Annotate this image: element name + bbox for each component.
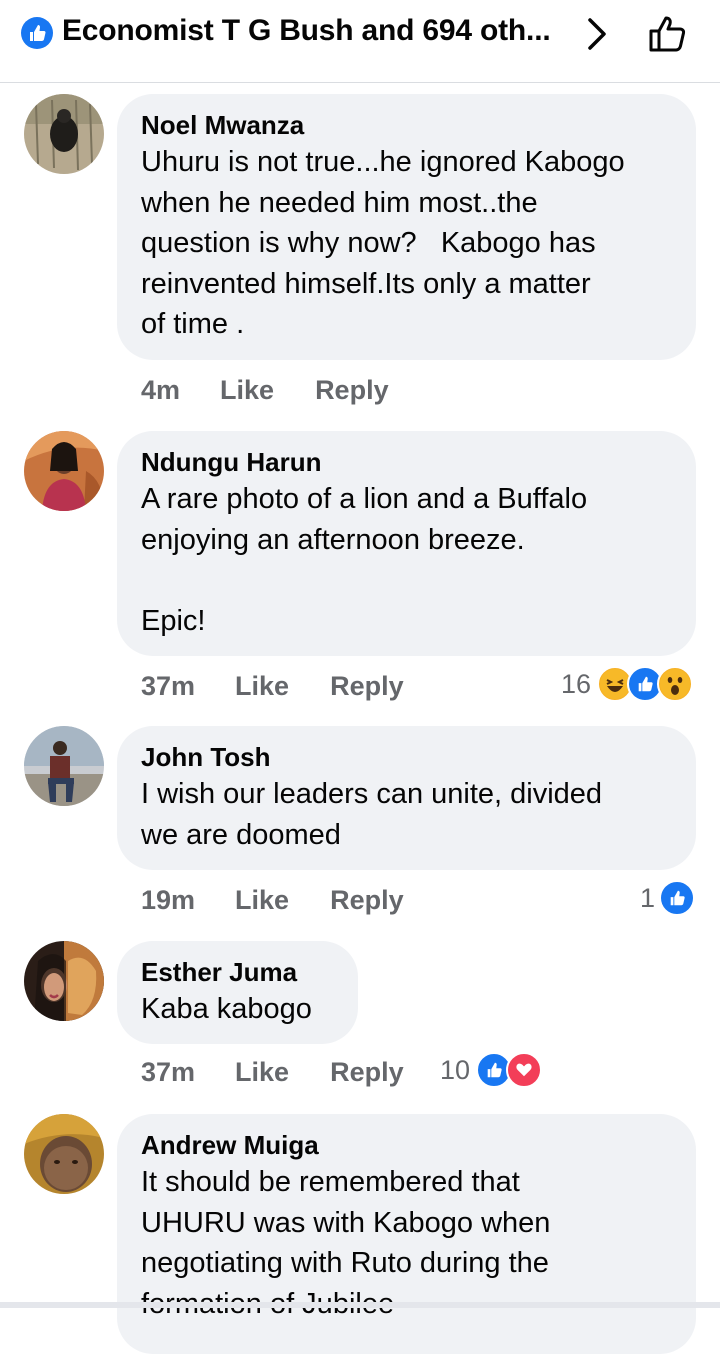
like-link[interactable]: Like	[235, 671, 289, 702]
comment-bubble[interactable]: Esther Juma Kaba kabogo	[117, 941, 358, 1044]
wow-icon	[657, 666, 694, 702]
comment-author[interactable]: Noel Mwanza	[141, 108, 672, 142]
chevron-right-icon[interactable]	[582, 16, 612, 52]
like-badge-icon	[21, 17, 53, 49]
reply-link[interactable]: Reply	[330, 885, 404, 916]
reaction-summary[interactable]: 16	[561, 664, 694, 704]
reactions-summary-title[interactable]: Economist T G Bush and 694 oth...	[62, 14, 551, 48]
avatar[interactable]	[24, 726, 104, 806]
avatar[interactable]	[24, 941, 104, 1021]
bottom-divider	[0, 1302, 720, 1308]
avatar[interactable]	[24, 1114, 104, 1194]
reply-link[interactable]: Reply	[330, 671, 404, 702]
comment-timestamp[interactable]: 37m	[141, 1057, 195, 1088]
comment-actions: 4m Like Reply	[141, 370, 389, 410]
reactions-header[interactable]: Economist T G Bush and 694 oth...	[0, 0, 720, 83]
comment-bubble[interactable]: Noel Mwanza Uhuru is not true...he ignor…	[117, 94, 696, 360]
comment-timestamp[interactable]: 4m	[141, 375, 180, 406]
comment-bubble[interactable]: John Tosh I wish our leaders can unite, …	[117, 726, 696, 870]
comment-text: It should be remembered that UHURU was w…	[141, 1166, 551, 1320]
love-icon	[506, 1052, 543, 1088]
comment-author[interactable]: John Tosh	[141, 740, 672, 774]
reaction-count: 1	[640, 882, 656, 913]
comment-timestamp[interactable]: 19m	[141, 885, 195, 916]
reply-link[interactable]: Reply	[330, 1057, 404, 1088]
avatar[interactable]	[24, 431, 104, 511]
reaction-count: 10	[440, 1054, 471, 1085]
comment-bubble[interactable]: Andrew Muiga It should be remembered tha…	[117, 1114, 696, 1354]
reaction-summary[interactable]: 10	[440, 1050, 543, 1090]
like-link[interactable]: Like	[235, 885, 289, 916]
comment-text: Uhuru is not true...he ignored Kabogo wh…	[141, 146, 625, 340]
like-link[interactable]: Like	[220, 375, 274, 406]
thumbs-up-outline-icon[interactable]	[646, 12, 690, 56]
comment-bubble[interactable]: Ndungu Harun A rare photo of a lion and …	[117, 431, 696, 656]
comment-text: I wish our leaders can unite, divided we…	[141, 778, 603, 851]
comment-actions: 37m Like Reply	[141, 666, 404, 706]
comment-author[interactable]: Ndungu Harun	[141, 445, 672, 479]
reaction-count: 16	[561, 668, 592, 699]
reaction-summary[interactable]: 1	[640, 878, 696, 918]
comment-actions: 19m Like Reply	[141, 880, 404, 920]
comment-text: Kaba kabogo	[141, 993, 312, 1025]
comment-author[interactable]: Esther Juma	[141, 955, 334, 989]
comment-author[interactable]: Andrew Muiga	[141, 1128, 672, 1162]
comment-actions: 37m Like Reply	[141, 1052, 404, 1092]
comment-timestamp[interactable]: 37m	[141, 671, 195, 702]
like-icon	[659, 880, 696, 916]
avatar[interactable]	[24, 94, 104, 174]
reply-link[interactable]: Reply	[315, 375, 389, 406]
comment-text: A rare photo of a lion and a Buffalo enj…	[141, 483, 588, 637]
like-link[interactable]: Like	[235, 1057, 289, 1088]
